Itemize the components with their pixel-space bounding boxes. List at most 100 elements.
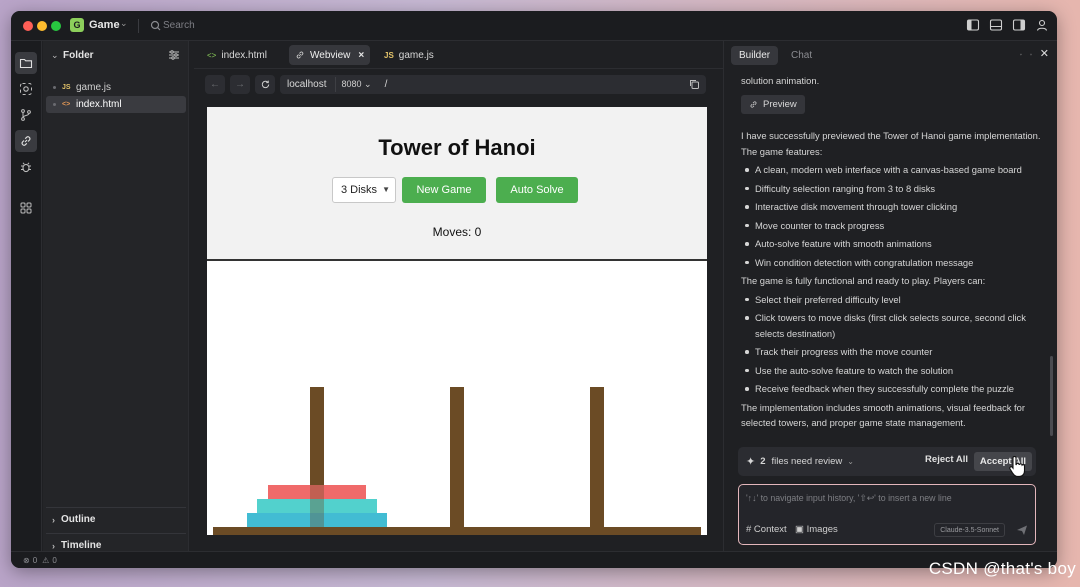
new-session-icon[interactable] [1020,48,1022,61]
port-select[interactable]: 8080 ⌄ [335,77,376,92]
editor-tabs: <> index.html Webview × JS game.js [194,41,723,69]
game-board[interactable] [207,263,707,535]
chevron-down-icon[interactable]: ⌄ [120,18,128,29]
tab-chat[interactable]: Chat [783,46,820,65]
search-input[interactable]: Search [163,20,195,31]
sparkle-icon: ✦ [746,456,756,468]
reload-button[interactable] [255,75,275,94]
search-icon[interactable] [149,19,163,33]
forward-button[interactable]: → [230,75,250,94]
debug-icon[interactable] [15,156,37,178]
explorer-icon[interactable] [15,52,37,74]
chat-input[interactable]: '↑↓' to navigate input history, '⇧↩' to … [738,484,1036,545]
assistant-message: I have successfully previewed the Tower … [741,126,1041,434]
webview-link-icon[interactable] [15,130,37,152]
project-name[interactable]: Game [89,19,120,31]
error-count[interactable]: 0 [33,556,37,565]
difficulty-value: 3 Disks [341,184,378,196]
chevron-right-icon: › [52,514,55,525]
close-window-button[interactable] [23,21,33,31]
html-file-icon: <> [207,50,217,60]
message-players-intro: The game is fully functional and ready t… [741,275,986,286]
file-name: game.js [76,82,112,93]
file-explorer: ⌄ Folder JS game.js <> index.html › Outl… [43,41,189,551]
rod-left-front [310,485,324,527]
file-item-game-js[interactable]: JS game.js [46,79,186,96]
rod-middle[interactable] [450,387,464,527]
chat-scrollbar[interactable] [1050,356,1053,436]
ide-window: G Game ⌄ Search ⌄ Folder JS game.js <> i… [11,11,1057,568]
list-item: A clean, modern web interface with a can… [741,162,1041,178]
warning-icon[interactable]: ⚠ [42,556,49,565]
account-icon[interactable] [1035,18,1049,32]
model-selector[interactable]: Claude-3.5-Sonnet [934,523,1005,537]
assistant-panel: Builder Chat ✕ solution animation. Previ… [725,41,1057,551]
outline-section[interactable]: › Outline [46,507,186,531]
difficulty-select[interactable]: 3 Disks ▼ [332,177,396,203]
list-item: Difficulty selection ranging from 3 to 8… [741,181,1041,197]
back-button[interactable]: ← [205,75,225,94]
tab-webview[interactable]: Webview × [289,45,371,65]
activity-bar [11,41,42,551]
toggle-left-sidebar-icon[interactable] [966,18,980,32]
chevron-right-icon: › [52,540,55,551]
history-icon[interactable] [1030,48,1032,61]
review-count: 2 [760,456,766,467]
chevron-down-icon: ▼ [382,185,390,194]
warning-count[interactable]: 0 [52,556,56,565]
auto-solve-button[interactable]: Auto Solve [496,177,578,203]
message-summary: The implementation includes smooth anima… [741,401,1026,429]
timeline-label: Timeline [61,540,102,551]
panel-tabs: Builder Chat ✕ [725,41,1057,69]
project-badge[interactable]: G [70,18,84,32]
message-text: solution animation. [741,75,820,86]
message-intro: I have successfully previewed the Tower … [741,130,1041,157]
chat-input-placeholder: '↑↓' to navigate input history, '⇧↩' to … [746,493,952,503]
link-icon [750,101,757,108]
tab-index-html[interactable]: <> index.html [201,45,273,65]
js-file-icon: JS [384,50,394,60]
tab-game-js[interactable]: JS game.js [378,45,440,65]
tab-label: game.js [398,49,434,61]
search-scope-icon[interactable] [15,78,37,100]
explorer-header[interactable]: ⌄ Folder [43,41,188,69]
game-title: Tower of Hanoi [378,135,536,160]
filter-icon[interactable] [168,49,180,61]
port-value: 8080 [341,79,362,89]
images-button[interactable]: ▣ Images [795,524,838,535]
list-item: Win condition detection with congratulat… [741,255,1041,271]
chevron-down-icon: ⌄ [364,79,372,89]
toggle-right-sidebar-icon[interactable] [1012,18,1026,32]
url-input[interactable]: localhost 8080 ⌄ / [280,75,706,94]
new-game-button[interactable]: New Game [402,177,486,203]
layout-controls [966,18,1049,32]
reject-all-button[interactable]: Reject All [925,454,968,465]
context-button[interactable]: # Context [746,524,787,535]
file-name: index.html [76,99,122,110]
tab-builder[interactable]: Builder [731,46,779,65]
rod-right[interactable] [590,387,604,527]
source-control-icon[interactable] [15,104,37,126]
tab-label: index.html [221,49,267,61]
chevron-down-icon[interactable]: ⌄ [51,50,59,61]
minimize-window-button[interactable] [37,21,47,31]
preview-button[interactable]: Preview [741,95,805,114]
link-icon [296,51,304,59]
url-toolbar: ← → localhost 8080 ⌄ / [194,69,723,101]
review-bar: ✦ 2 files need review ⌄ Reject All Accep… [738,447,1036,476]
close-icon[interactable]: × [358,50,364,61]
close-icon[interactable]: ✕ [1040,48,1049,61]
maximize-window-button[interactable] [51,21,61,31]
chevron-down-icon[interactable]: ⌄ [847,457,854,466]
list-item: Click towers to move disks (first click … [741,310,1041,341]
webview-frame[interactable]: Tower of Hanoi 3 Disks ▼ New Game Auto S… [207,107,707,535]
send-icon[interactable] [1016,524,1028,536]
file-item-index-html[interactable]: <> index.html [46,96,186,113]
status-bar: ⊗ 0 ⚠ 0 [11,551,1057,568]
review-text[interactable]: files need review [772,456,843,467]
copy-icon[interactable] [689,79,700,90]
folder-title: Folder [63,50,94,61]
toggle-bottom-panel-icon[interactable] [989,18,1003,32]
error-icon[interactable]: ⊗ [23,556,30,565]
extensions-icon[interactable] [15,197,37,219]
